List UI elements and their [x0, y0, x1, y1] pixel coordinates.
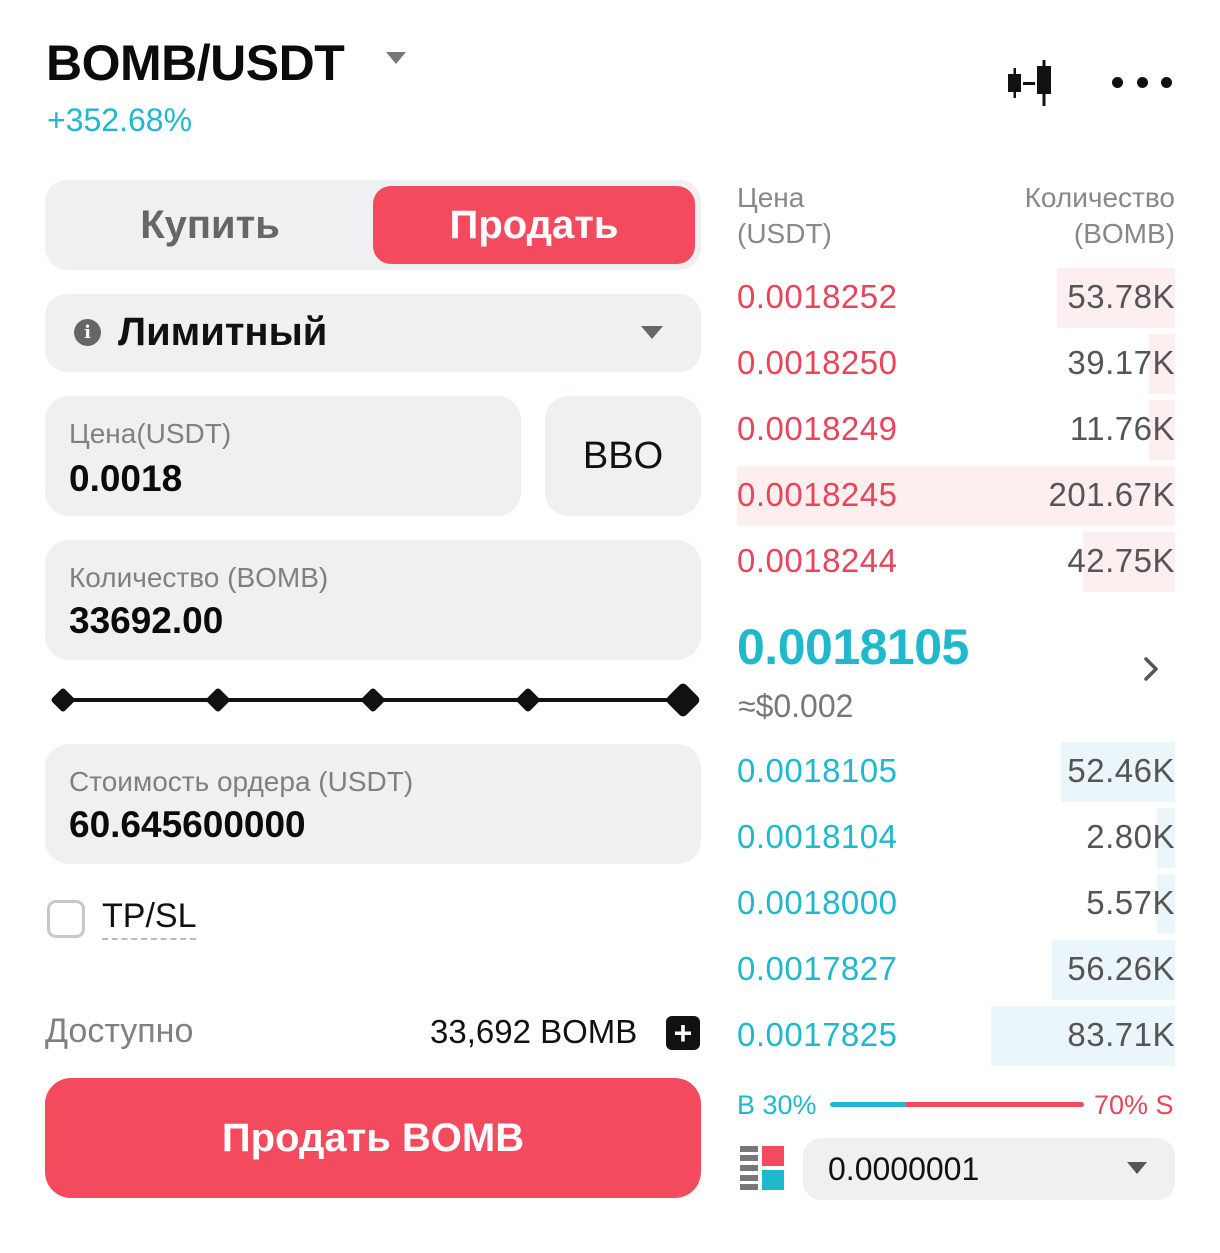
bbo-button[interactable]: BBO: [545, 396, 701, 516]
more-options-icon[interactable]: [1112, 74, 1172, 90]
orderbook-price-header: Цена (USDT): [737, 180, 832, 252]
ask-quantity: 11.76K: [1069, 410, 1175, 447]
info-icon[interactable]: i: [74, 319, 101, 346]
price-input[interactable]: Цена(USDT) 0.0018: [45, 396, 521, 516]
order-type-label: Лимитный: [118, 310, 328, 354]
ask-row[interactable]: 0.0018252 53.78K: [737, 268, 1175, 328]
sell-submit-button[interactable]: Продать BOMB: [45, 1078, 701, 1198]
orderbook-qty-header-line2: (BOMB): [1073, 218, 1175, 249]
ask-quantity: 39.17K: [1067, 344, 1175, 381]
bid-row[interactable]: 0.0018000 5.57K: [737, 874, 1175, 934]
buy-ratio-label: B 30%: [737, 1090, 817, 1120]
ask-row[interactable]: 0.0018249 11.76K: [737, 400, 1175, 460]
tpsl-checkbox[interactable]: [47, 900, 85, 938]
chevron-right-icon[interactable]: [1138, 656, 1164, 682]
orderbook-price-header-line1: Цена: [737, 182, 805, 213]
orderbook-price-header-line2: (USDT): [737, 218, 832, 249]
order-cost-label: Стоимость ордера (USDT): [69, 766, 414, 797]
slider-mark-25[interactable]: [205, 687, 231, 713]
bid-price: 0.0017827: [737, 950, 898, 987]
quantity-input[interactable]: Количество (BOMB) 33692.00: [45, 540, 701, 660]
last-price-usd: ≈$0.002: [738, 688, 854, 724]
ask-row[interactable]: 0.0018250 39.17K: [737, 334, 1175, 394]
order-cost-input[interactable]: Стоимость ордера (USDT) 60.645600000: [45, 744, 701, 864]
add-funds-icon[interactable]: +: [666, 1016, 700, 1050]
tab-sell[interactable]: Продать: [373, 186, 695, 264]
bid-price: 0.0018104: [737, 818, 898, 855]
quantity-input-label: Количество (BOMB): [69, 562, 329, 593]
pair-dropdown-icon[interactable]: [386, 52, 406, 64]
ask-price: 0.0018250: [737, 344, 898, 381]
bid-row[interactable]: 0.0017827 56.26K: [737, 940, 1175, 1000]
slider-mark-75[interactable]: [515, 687, 541, 713]
bid-row[interactable]: 0.0017825 83.71K: [737, 1006, 1175, 1066]
chevron-down-icon: [1127, 1162, 1147, 1174]
bid-row[interactable]: 0.0018104 2.80K: [737, 808, 1175, 868]
ask-row[interactable]: 0.0018245 201.67K: [737, 466, 1175, 526]
bid-price: 0.0018000: [737, 884, 898, 921]
bid-row[interactable]: 0.0018105 52.46K: [737, 742, 1175, 802]
slider-mark-50[interactable]: [360, 687, 386, 713]
ask-row[interactable]: 0.0018244 42.75K: [737, 532, 1175, 592]
slider-handle[interactable]: [664, 681, 702, 719]
ask-price: 0.0018244: [737, 542, 898, 579]
tab-buy[interactable]: Купить: [45, 180, 375, 270]
ask-quantity: 53.78K: [1067, 278, 1175, 315]
bid-quantity: 52.46K: [1067, 752, 1175, 789]
ask-quantity: 42.75K: [1067, 542, 1175, 579]
tpsl-label[interactable]: TP/SL: [102, 897, 197, 940]
pair-title[interactable]: BOMB/USDT: [46, 34, 345, 92]
sell-ratio-label: 70% S: [1094, 1090, 1174, 1120]
bid-price: 0.0018105: [737, 752, 898, 789]
bid-quantity: 56.26K: [1067, 950, 1175, 987]
price-input-label: Цена(USDT): [69, 418, 232, 449]
available-label: Доступно: [45, 1012, 194, 1050]
last-price: 0.0018105: [737, 619, 969, 675]
orderbook-qty-header: Количество (BOMB): [1025, 180, 1175, 252]
bid-quantity: 2.80K: [1086, 818, 1175, 855]
ask-price: 0.0018249: [737, 410, 898, 447]
price-change-percent: +352.68%: [47, 102, 193, 138]
orderbook-qty-header-line1: Количество: [1024, 182, 1175, 213]
bid-quantity: 5.57K: [1086, 884, 1175, 921]
price-step-value: 0.0000001: [828, 1151, 980, 1187]
candlestick-chart-icon[interactable]: [1005, 58, 1057, 110]
bid-quantity: 83.71K: [1067, 1016, 1175, 1053]
bid-price: 0.0017825: [737, 1016, 898, 1053]
chevron-down-icon: [641, 326, 663, 339]
price-input-value[interactable]: 0.0018: [69, 458, 182, 500]
sell-ratio-bar: [906, 1102, 1084, 1107]
quantity-input-value[interactable]: 33692.00: [69, 600, 223, 642]
slider-mark-0[interactable]: [50, 687, 76, 713]
orderbook-layout-icon[interactable]: [740, 1146, 784, 1190]
order-cost-value[interactable]: 60.645600000: [69, 804, 306, 846]
ask-price: 0.0018252: [737, 278, 898, 315]
buy-ratio-bar: [830, 1102, 906, 1107]
available-balance: 33,692 BOMB: [430, 1013, 638, 1050]
ask-price: 0.0018245: [737, 476, 898, 513]
ask-quantity: 201.67K: [1048, 476, 1175, 513]
